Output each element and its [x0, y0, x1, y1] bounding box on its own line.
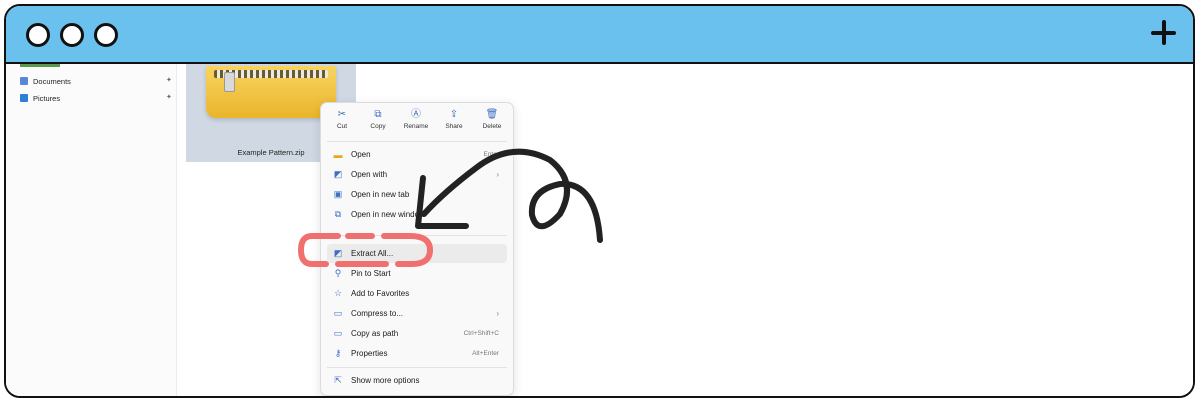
menu-item-extract-all[interactable]: ◩ Extract All...: [327, 244, 507, 263]
menu-item-label: Compress to...: [351, 309, 404, 318]
chevron-right-icon: ›: [496, 309, 499, 318]
quick-action-label: Share: [445, 123, 463, 130]
menu-item-open-in-new-window[interactable]: ⧉ Open in new window: [327, 205, 507, 224]
title-bar: [6, 6, 1193, 64]
browser-frame: Documents ✦ Pictures ✦ Example Pattern.z…: [4, 4, 1195, 398]
new-tab-icon: ▣: [333, 189, 343, 199]
menu-item-label: Show more options: [351, 376, 420, 385]
new-window-icon: ⧉: [334, 209, 342, 219]
open-with-icon: ◩: [333, 169, 343, 179]
menu-item-label: Open in new window: [351, 210, 425, 219]
menu-item-open-in-new-tab[interactable]: ▣ Open in new tab: [327, 185, 507, 204]
rename-icon: Ⓐ: [411, 109, 421, 120]
menu-item-label: Add to Favorites: [351, 289, 410, 298]
menu-divider: [327, 367, 507, 368]
rename-button[interactable]: Ⓐ Rename: [399, 109, 433, 130]
menu-divider: [327, 141, 507, 142]
chevron-right-icon: ›: [496, 170, 499, 179]
pin-icon[interactable]: ✦: [166, 93, 172, 101]
properties-icon: ⚷: [334, 348, 342, 358]
menu-item-pin-to-start[interactable]: ⚲ Pin to Start: [327, 264, 507, 283]
delete-icon: 🗑: [485, 109, 499, 120]
sidebar-item-pictures[interactable]: Pictures: [20, 91, 60, 105]
cut-icon: ✂: [337, 109, 347, 120]
sidebar: Documents ✦ Pictures ✦: [6, 64, 177, 396]
pin-icon[interactable]: ✦: [166, 76, 172, 84]
menu-item-show-more-options[interactable]: ⇱ Show more options: [327, 371, 507, 390]
context-menu: ✂ Cut ⧉ Copy Ⓐ Rename ⇪ Share 🗑 Delete ▬: [320, 102, 514, 396]
share-button[interactable]: ⇪ Share: [437, 109, 471, 130]
menu-item-properties[interactable]: ⚷ Properties Alt+Enter: [327, 344, 507, 363]
quick-action-label: Cut: [336, 123, 348, 130]
folder-icon: ▬: [333, 149, 343, 160]
menu-item-label: Copy as path: [351, 329, 399, 338]
documents-icon: [20, 77, 28, 85]
sidebar-item-label: Pictures: [33, 93, 61, 103]
sidebar-cut-item: [20, 64, 60, 67]
menu-item-label: Open in new tab: [351, 190, 410, 199]
pin-icon: ⚲: [334, 268, 342, 278]
menu-item-label: Properties: [351, 349, 388, 358]
shortcut-label: Ctrl+Shift+C: [463, 330, 499, 337]
menu-item-label: Pin to Start: [351, 269, 391, 278]
window-control-dot[interactable]: [94, 23, 118, 47]
share-icon: ⇪: [449, 109, 459, 120]
plus-icon[interactable]: [1149, 18, 1179, 48]
menu-item-label: Extract All...: [351, 249, 394, 258]
explorer-content: Documents ✦ Pictures ✦ Example Pattern.z…: [6, 64, 1193, 396]
menu-item-copy-as-path[interactable]: ▭ Copy as path Ctrl+Shift+C: [327, 324, 507, 343]
menu-item-label: Open: [351, 150, 371, 159]
menu-item-open-with[interactable]: ◩ Open with ›: [327, 165, 507, 184]
compress-icon: ▭: [333, 308, 343, 318]
window-control-dot[interactable]: [26, 23, 50, 47]
shortcut-label: Enter: [483, 151, 499, 158]
menu-item-label: Open with: [351, 170, 388, 179]
quick-action-label: Rename: [403, 123, 429, 130]
star-icon: ☆: [333, 288, 343, 298]
shortcut-label: Alt+Enter: [472, 350, 499, 357]
delete-button[interactable]: 🗑 Delete: [475, 109, 509, 130]
more-options-icon: ⇱: [334, 375, 342, 385]
sidebar-item-label: Documents: [33, 76, 71, 86]
zip-folder-icon: [206, 66, 336, 118]
quick-action-label: Delete: [482, 123, 502, 130]
cut-button[interactable]: ✂ Cut: [325, 109, 359, 130]
sidebar-item-documents[interactable]: Documents: [20, 74, 71, 88]
zipper-clasp: [224, 72, 235, 92]
copy-button[interactable]: ⧉ Copy: [361, 109, 395, 130]
copy-path-icon: ▭: [333, 328, 343, 338]
quick-action-label: Copy: [370, 123, 386, 130]
extract-icon: ◩: [333, 248, 343, 258]
window-control-dot[interactable]: [60, 23, 84, 47]
menu-item-open[interactable]: ▬ Open Enter: [327, 145, 507, 164]
menu-item-add-to-favorites[interactable]: ☆ Add to Favorites: [327, 284, 507, 303]
pictures-icon: [20, 94, 28, 102]
menu-item-compress-to[interactable]: ▭ Compress to... ›: [327, 304, 507, 323]
menu-divider: [327, 235, 507, 236]
copy-icon: ⧉: [374, 109, 382, 120]
